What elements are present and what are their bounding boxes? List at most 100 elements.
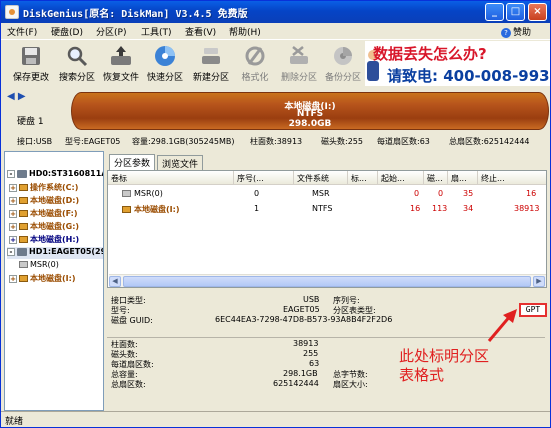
search-partition-button[interactable]: 搜索分区 <box>55 42 99 86</box>
disk-sectors-per-track: 每道扇区数:63 <box>377 137 430 146</box>
row-fs: NTFS <box>312 204 333 213</box>
recover-files-button[interactable]: 恢复文件 <box>99 42 143 86</box>
col-header-sector[interactable]: 扇... <box>448 171 478 185</box>
detail-model-value: EAGET05 <box>283 305 320 314</box>
tree-partition-f[interactable]: + 本地磁盘(F:) <box>9 208 78 220</box>
search-icon <box>67 46 88 67</box>
status-bar: 就绪 <box>1 411 550 427</box>
menu-file[interactable]: 文件(F) <box>7 25 37 38</box>
menu-disk[interactable]: 硬盘(D) <box>51 25 83 38</box>
partition-table-type-value: GPT <box>519 303 547 317</box>
tree-label: HD0:ST3160811AS <box>29 169 103 178</box>
tab-partition-params[interactable]: 分区参数 <box>109 154 156 171</box>
annotation-arrow-icon <box>487 309 517 342</box>
menu-view[interactable]: 查看(V) <box>185 25 216 38</box>
col-header-label[interactable]: 卷标 <box>108 171 234 185</box>
tab-browse-files[interactable]: 浏览文件 <box>157 155 204 170</box>
recover-icon <box>111 46 131 65</box>
row-label-text: MSR(0) <box>134 189 163 198</box>
details-divider <box>107 337 545 338</box>
partition-icon <box>19 223 28 230</box>
menu-help[interactable]: 帮助(H) <box>229 25 261 38</box>
menu-tools[interactable]: 工具(T) <box>141 25 172 38</box>
sponsor-link[interactable]: ? 赞助 <box>501 25 531 38</box>
tree-label: MSR(0) <box>30 260 59 269</box>
close-button[interactable]: × <box>528 3 547 21</box>
row-label: MSR(0) <box>122 189 163 198</box>
quick-partition-button[interactable]: 快速分区 <box>143 42 187 86</box>
new-partition-icon <box>202 48 220 64</box>
menu-partition[interactable]: 分区(P) <box>96 25 126 38</box>
partition-icon <box>122 190 131 197</box>
expand-icon[interactable]: + <box>9 196 17 205</box>
partition-icon <box>19 261 28 268</box>
collapse-icon[interactable]: - <box>7 247 15 256</box>
ad-banner[interactable]: 数据丢失怎么办? 请致电: 400-008-993 <box>365 41 550 86</box>
new-partition-button[interactable]: 新建分区 <box>189 42 233 86</box>
disk-label: 硬盘 1 <box>17 117 44 127</box>
partition-icon <box>122 206 131 213</box>
title-bar: DiskGenius[原名: DiskMan] V3.4.5 免费版 _ □ × <box>1 1 550 23</box>
col-header-start-cyl[interactable]: 起始... <box>378 171 424 185</box>
detail-capacity-value: 298.1GB <box>283 369 318 378</box>
expand-icon[interactable]: + <box>9 183 17 192</box>
tree-label: 本地磁盘(F:) <box>30 209 78 218</box>
row-start-head: 0 <box>438 189 444 198</box>
annotation-line-1: 此处标明分区 <box>399 347 490 365</box>
disk-nav-arrows[interactable]: ◀ ▶ <box>7 91 26 102</box>
maximize-button[interactable]: □ <box>506 3 525 21</box>
tree-label: 本地磁盘(H:) <box>30 235 80 244</box>
row-end: 38913 <box>514 204 540 213</box>
expand-icon[interactable]: + <box>9 209 17 218</box>
disk-info-strip: 接口:USB 型号:EAGET05 容量:298.1GB(305245MB) 柱… <box>3 134 550 148</box>
tree-partition-g[interactable]: + 本地磁盘(G:) <box>9 221 79 233</box>
expand-icon[interactable]: + <box>9 274 17 283</box>
tree-disk-hd0[interactable]: - HD0:ST3160811AS <box>7 169 103 181</box>
row-fs: MSR <box>312 189 330 198</box>
tree-label: 本地磁盘(G:) <box>30 222 80 231</box>
sponsor-label: 赞助 <box>513 28 532 38</box>
window-title: DiskGenius[原名: DiskMan] V3.4.5 免费版 <box>23 9 248 20</box>
col-header-fs[interactable]: 文件系统 <box>294 171 348 185</box>
ad-headline: 数据丢失怎么办? <box>373 45 487 63</box>
minimize-button[interactable]: _ <box>485 3 504 21</box>
hard-disk-icon <box>17 247 27 256</box>
scroll-thumb[interactable] <box>123 276 531 287</box>
col-header-index[interactable]: 序号(... <box>234 171 294 185</box>
tree-partition-c[interactable]: + 操作系统(C:) <box>9 182 78 194</box>
tree-disk-hd1[interactable]: - HD1:EAGET05(298 <box>7 247 103 259</box>
scroll-right-icon[interactable]: ▶ <box>533 276 545 287</box>
partition-block-fs: NTFS <box>296 109 324 119</box>
disk-tree: - HD0:ST3160811AS + 操作系统(C:) + 本地磁盘(D:) + 本地… <box>4 151 104 411</box>
disk-capacity: 容量:298.1GB(305245MB) <box>132 137 235 146</box>
disk-total-sectors: 总扇区数:625142444 <box>449 137 530 146</box>
detail-interface-type-value: USB <box>303 295 320 304</box>
col-header-flag[interactable]: 标... <box>348 171 378 185</box>
detail-cylinders-value: 38913 <box>293 339 319 348</box>
expand-icon[interactable]: + <box>9 235 17 244</box>
disk-model: 型号:EAGET05 <box>65 137 121 146</box>
col-header-head[interactable]: 磁... <box>424 171 448 185</box>
disk-heads: 磁头数:255 <box>321 137 363 146</box>
save-changes-label: 保存更改 <box>12 73 49 83</box>
collapse-icon[interactable]: - <box>7 169 15 178</box>
tree-partition-msr[interactable]: MSR(0) <box>19 260 59 272</box>
detail-spt-value: 63 <box>309 359 320 368</box>
format-button[interactable]: 格式化 <box>233 42 277 86</box>
backup-partition-button[interactable]: 备份分区 <box>321 42 365 86</box>
expand-icon[interactable]: + <box>9 222 17 231</box>
disk-cylinders: 柱面数:38913 <box>250 137 303 146</box>
save-changes-button[interactable]: 保存更改 <box>9 42 53 86</box>
tree-partition-h[interactable]: + 本地磁盘(H:) <box>9 234 79 246</box>
partition-block-size: 298.0GB <box>288 119 332 129</box>
tree-label: 操作系统(C:) <box>30 183 79 192</box>
col-header-end[interactable]: 终止... <box>478 171 546 185</box>
app-window: DiskGenius[原名: DiskMan] V3.4.5 免费版 _ □ ×… <box>0 0 551 428</box>
delete-partition-button[interactable]: 删除分区 <box>277 42 321 86</box>
detail-sector-size-label: 扇区大小: <box>333 380 368 389</box>
partition-block[interactable]: 本地磁盘(I:) NTFS 298.0GB <box>71 92 549 130</box>
scroll-left-icon[interactable]: ◀ <box>109 276 121 287</box>
horizontal-scrollbar[interactable]: ◀ ▶ <box>109 274 546 287</box>
tree-partition-i[interactable]: + 本地磁盘(I:) <box>9 273 76 285</box>
tree-partition-d[interactable]: + 本地磁盘(D:) <box>9 195 79 207</box>
